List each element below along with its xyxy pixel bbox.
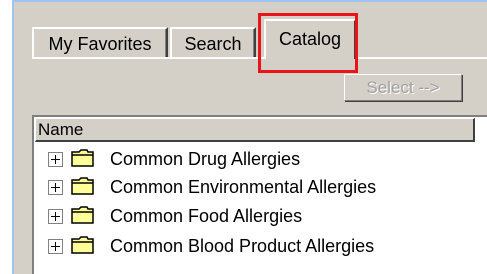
tab-catalog[interactable]: Catalog [264, 19, 356, 59]
column-header-name[interactable]: Name [35, 118, 475, 142]
list-item[interactable]: Common Environmental Allergies [48, 175, 468, 202]
expand-plus-icon[interactable] [48, 152, 63, 167]
list-item[interactable]: Common Drug Allergies [48, 147, 468, 174]
tab-search[interactable]: Search [170, 27, 256, 57]
catalog-list[interactable]: Name Common Drug Allergies Common Enviro… [32, 115, 487, 274]
select-button[interactable]: Select --> [344, 74, 462, 101]
expand-plus-icon[interactable] [48, 239, 63, 254]
list-item-label: Common Food Allergies [110, 206, 303, 226]
list-item-label: Common Blood Product Allergies [110, 236, 375, 256]
expand-plus-icon[interactable] [48, 180, 63, 195]
tab-my-favorites[interactable]: My Favorites [32, 27, 168, 57]
expand-plus-icon[interactable] [48, 209, 63, 224]
list-item-label: Common Environmental Allergies [110, 177, 377, 197]
list-item[interactable]: Common Food Allergies [48, 204, 468, 231]
folder-icon [71, 236, 94, 254]
list-item-label: Common Drug Allergies [110, 149, 301, 169]
list-item[interactable]: Common Blood Product Allergies [48, 234, 468, 261]
folder-icon [71, 149, 94, 167]
folder-icon [71, 206, 94, 224]
folder-icon [71, 177, 94, 195]
tab-pane-edge [32, 57, 487, 59]
